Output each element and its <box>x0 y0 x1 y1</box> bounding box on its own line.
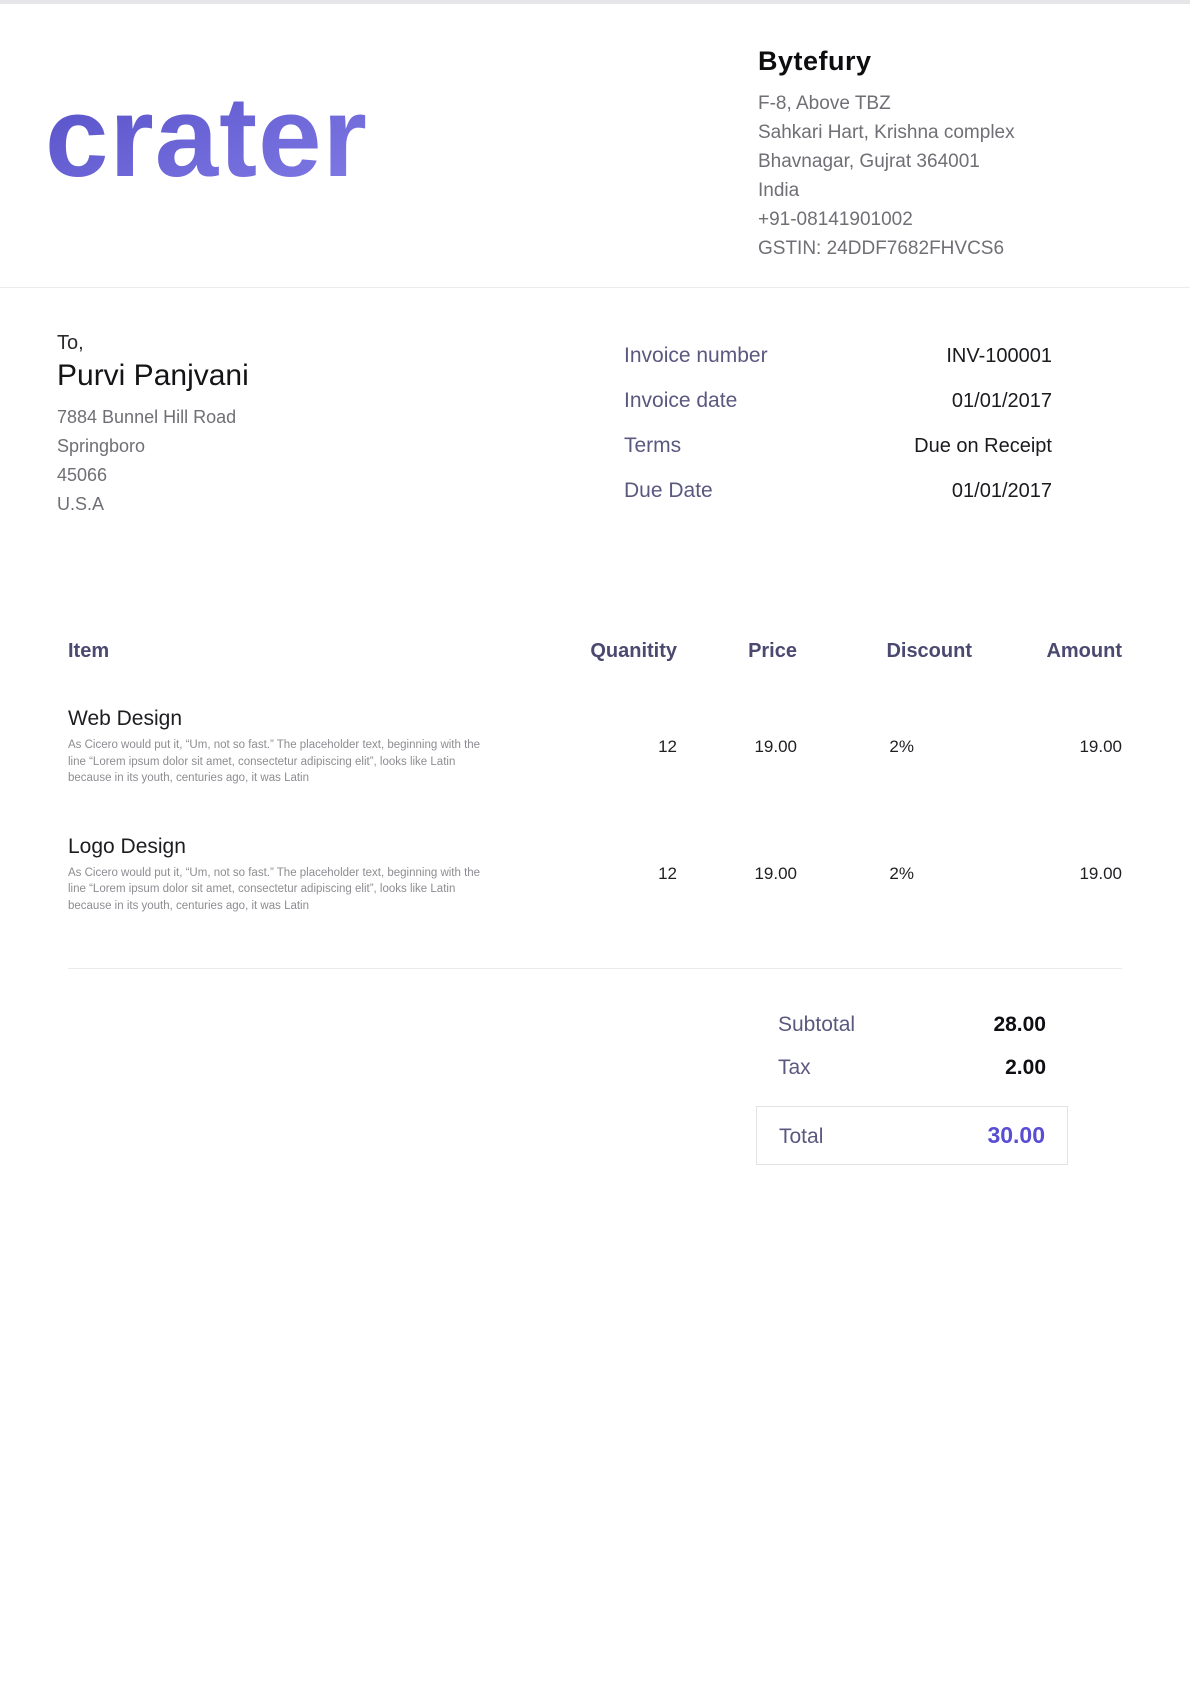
item-discount: 2% <box>797 864 972 884</box>
invoice-number-row: Invoice number INV-100001 <box>624 344 1052 368</box>
column-header-price: Price <box>677 640 797 663</box>
item-description: As Cicero would put it, “Um, not so fast… <box>68 737 492 787</box>
table-row: Logo Design As Cicero would put it, “Um,… <box>68 835 1122 915</box>
customer-address-line: U.S.A <box>57 490 249 519</box>
company-name: Bytefury <box>758 46 1058 77</box>
due-date-label: Due Date <box>624 479 713 503</box>
item-price: 19.00 <box>677 737 797 757</box>
invoice-number-value: INV-100001 <box>946 345 1052 368</box>
bill-to-label: To, <box>57 332 249 355</box>
invoice-number-label: Invoice number <box>624 344 768 368</box>
total-value: 30.00 <box>987 1122 1045 1149</box>
subtotal-row: Subtotal 28.00 <box>756 1013 1068 1037</box>
item-discount: 2% <box>797 737 972 757</box>
company-address-line: India <box>758 176 1058 205</box>
customer-name: Purvi Panjvani <box>57 359 249 393</box>
column-header-discount: Discount <box>797 640 972 663</box>
company-address-line: F-8, Above TBZ <box>758 89 1058 118</box>
crater-logo: crater <box>45 64 495 209</box>
item-quantity: 12 <box>577 864 677 884</box>
terms-label: Terms <box>624 434 681 458</box>
customer-address-line: Springboro <box>57 432 249 461</box>
company-info: Bytefury F-8, Above TBZ Sahkari Hart, Kr… <box>758 38 1058 263</box>
subtotal-label: Subtotal <box>778 1013 855 1037</box>
tax-row: Tax 2.00 <box>756 1056 1068 1080</box>
invoice-meta-block: Invoice number INV-100001 Invoice date 0… <box>624 332 1052 524</box>
customer-address-line: 45066 <box>57 461 249 490</box>
crater-logo-image: crater <box>45 64 495 204</box>
tax-value: 2.00 <box>1005 1056 1046 1080</box>
item-quantity: 12 <box>577 737 677 757</box>
company-gstin: GSTIN: 24DDF7682FHVCS6 <box>758 234 1058 263</box>
item-description: As Cicero would put it, “Um, not so fast… <box>68 865 492 915</box>
due-date-value: 01/01/2017 <box>952 480 1052 503</box>
item-cell: Logo Design As Cicero would put it, “Um,… <box>68 835 577 915</box>
total-box: Total 30.00 <box>756 1106 1068 1165</box>
totals-block: Subtotal 28.00 Tax 2.00 Total 30.00 <box>756 1013 1068 1165</box>
item-name: Logo Design <box>68 835 577 859</box>
table-row: Web Design As Cicero would put it, “Um, … <box>68 707 1122 787</box>
column-header-item: Item <box>68 640 577 663</box>
items-table-header: Item Quanitity Price Discount Amount <box>68 640 1122 663</box>
invoice-header: crater Bytefury F-8, Above TBZ Sahkari H… <box>0 4 1190 288</box>
item-amount: 19.00 <box>972 737 1122 757</box>
items-table: Item Quanitity Price Discount Amount Web… <box>0 640 1190 1165</box>
invoice-date-row: Invoice date 01/01/2017 <box>624 389 1052 413</box>
company-address-line: Sahkari Hart, Krishna complex <box>758 118 1058 147</box>
table-bottom-divider <box>68 968 1122 969</box>
item-name: Web Design <box>68 707 577 731</box>
subtotal-value: 28.00 <box>993 1013 1046 1037</box>
column-header-amount: Amount <box>972 640 1122 663</box>
invoice-info-section: To, Purvi Panjvani 7884 Bunnel Hill Road… <box>0 288 1190 524</box>
company-phone: +91-08141901002 <box>758 205 1058 234</box>
item-amount: 19.00 <box>972 864 1122 884</box>
tax-label: Tax <box>778 1056 811 1080</box>
invoice-date-label: Invoice date <box>624 389 737 413</box>
terms-row: Terms Due on Receipt <box>624 434 1052 458</box>
total-label: Total <box>779 1125 823 1149</box>
bill-to-block: To, Purvi Panjvani 7884 Bunnel Hill Road… <box>57 332 249 524</box>
column-header-quantity: Quanitity <box>577 640 677 663</box>
customer-address-line: 7884 Bunnel Hill Road <box>57 403 249 432</box>
company-address-line: Bhavnagar, Gujrat 364001 <box>758 147 1058 176</box>
item-cell: Web Design As Cicero would put it, “Um, … <box>68 707 577 787</box>
item-price: 19.00 <box>677 864 797 884</box>
terms-value: Due on Receipt <box>914 435 1052 458</box>
due-date-row: Due Date 01/01/2017 <box>624 479 1052 503</box>
invoice-date-value: 01/01/2017 <box>952 390 1052 413</box>
crater-logo-text: crater <box>45 74 368 201</box>
